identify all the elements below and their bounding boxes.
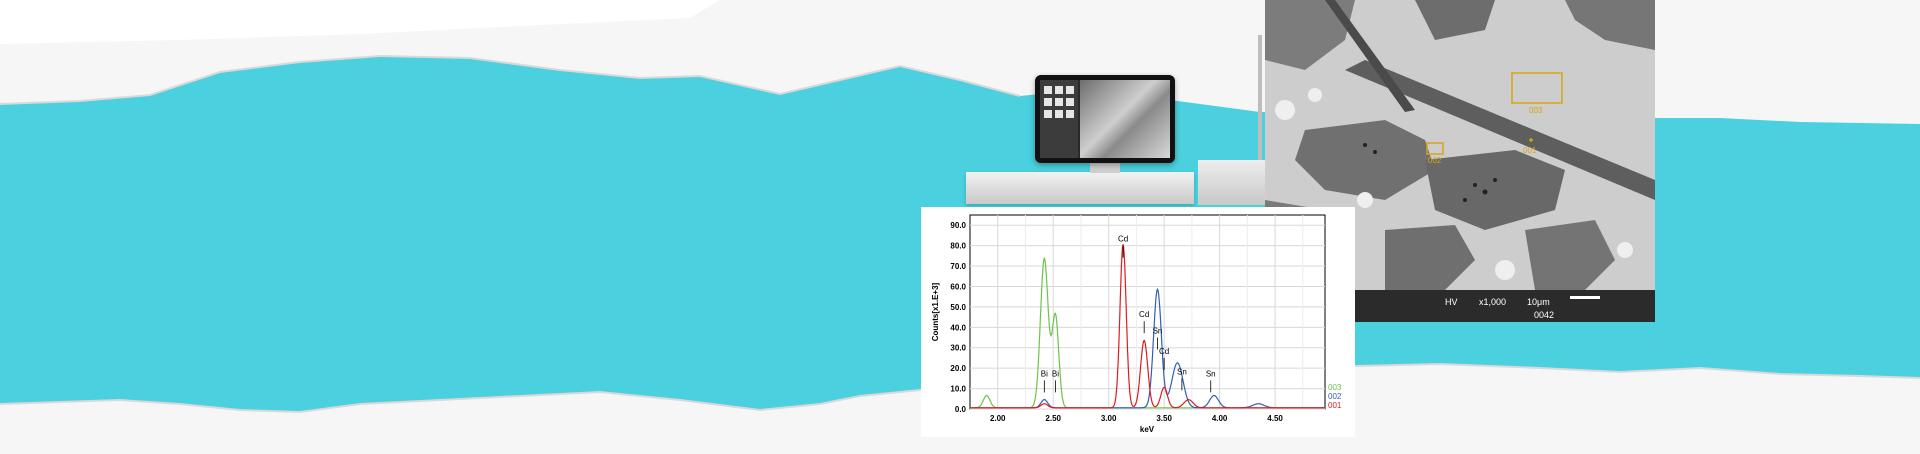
legend-entry-002: 002 xyxy=(1328,392,1342,401)
y-tick-label: 70.0 xyxy=(950,262,966,271)
pore xyxy=(1493,178,1497,182)
peak-label: Sn xyxy=(1177,367,1187,376)
peak-label: Bi xyxy=(1041,369,1048,378)
pore xyxy=(1482,189,1488,195)
panel-button-icon xyxy=(1055,86,1063,94)
roi-label-002: 002 xyxy=(1428,156,1442,165)
x-tick-label: 2.00 xyxy=(990,414,1006,423)
peak-label: Cd xyxy=(1118,235,1128,244)
y-tick-label: 30.0 xyxy=(950,344,966,353)
monitor-sem-thumbnail xyxy=(1080,80,1170,158)
workstation-monitor xyxy=(1035,75,1175,163)
pore xyxy=(1473,183,1477,187)
sem-magnification: x1,000 xyxy=(1479,297,1507,307)
pore xyxy=(1363,143,1367,147)
x-tick-label: 4.00 xyxy=(1212,414,1228,423)
sem-scale-bar xyxy=(1570,296,1600,299)
x-tick-label: 4.50 xyxy=(1267,414,1283,423)
sem-mode: HV xyxy=(1445,297,1458,307)
peak-label: Sn xyxy=(1153,326,1163,335)
workstation-desk xyxy=(966,172,1194,204)
peak-label: Cd xyxy=(1139,310,1149,319)
monitor-screen xyxy=(1040,80,1170,158)
monitor-stand xyxy=(1090,163,1120,173)
y-tick-label: 10.0 xyxy=(950,385,966,394)
sem-image-number: 0042 xyxy=(1534,310,1555,320)
y-axis-label: Counts[x1.E+3] xyxy=(931,282,940,341)
eds-spectrum-card: Cd Cd Cd Sn Sn Sn Bi Bi 0.0 10.0 20.0 30.0 40.0 50.0… xyxy=(921,207,1355,437)
bright-grain xyxy=(1617,242,1633,258)
bright-grain xyxy=(1275,100,1295,120)
x-axis-label: keV xyxy=(1140,425,1155,434)
sem-scale-label: 10μm xyxy=(1527,297,1550,307)
roi-label-001: 001 xyxy=(1523,146,1537,155)
panel-button-icon xyxy=(1055,110,1063,118)
chart-legend: 003002001 xyxy=(1328,383,1342,410)
bright-grain xyxy=(1357,192,1373,208)
panel-button-icon xyxy=(1066,110,1074,118)
bright-grain xyxy=(1495,260,1515,280)
monitor-control-panel xyxy=(1040,80,1078,158)
eds-spectrum-chart: Cd Cd Cd Sn Sn Sn Bi Bi 0.0 10.0 20.0 30.0 40.0 50.0… xyxy=(931,214,1342,434)
panel-button-icon xyxy=(1066,98,1074,106)
peak-label: Sn xyxy=(1206,369,1216,378)
panel-button-icon xyxy=(1055,98,1063,106)
y-tick-label: 50.0 xyxy=(950,303,966,312)
pore xyxy=(1463,198,1467,202)
panel-button-icon xyxy=(1044,98,1052,106)
legend-entry-003: 003 xyxy=(1328,383,1342,392)
roi-label-003: 003 xyxy=(1529,106,1543,115)
y-tick-label: 0.0 xyxy=(955,405,967,414)
microscope-column xyxy=(1198,160,1268,205)
legend-entry-001: 001 xyxy=(1328,401,1342,410)
panel-button-icon xyxy=(1066,86,1074,94)
y-tick-label: 60.0 xyxy=(950,282,966,291)
pore xyxy=(1373,150,1377,154)
peak-label: Cd xyxy=(1159,347,1169,356)
x-tick-label: 3.00 xyxy=(1101,414,1117,423)
y-tick-label: 20.0 xyxy=(950,364,966,373)
y-tick-label: 80.0 xyxy=(950,242,966,251)
bright-grain xyxy=(1308,88,1322,102)
microscope-pole xyxy=(1258,35,1262,160)
x-tick-label: 2.50 xyxy=(1045,414,1061,423)
panel-button-icon xyxy=(1044,86,1052,94)
y-tick-label: 40.0 xyxy=(950,323,966,332)
peak-label: Bi xyxy=(1052,369,1059,378)
y-tick-label: 90.0 xyxy=(950,221,966,230)
panel-button-icon xyxy=(1044,110,1052,118)
x-tick-label: 3.50 xyxy=(1156,414,1172,423)
